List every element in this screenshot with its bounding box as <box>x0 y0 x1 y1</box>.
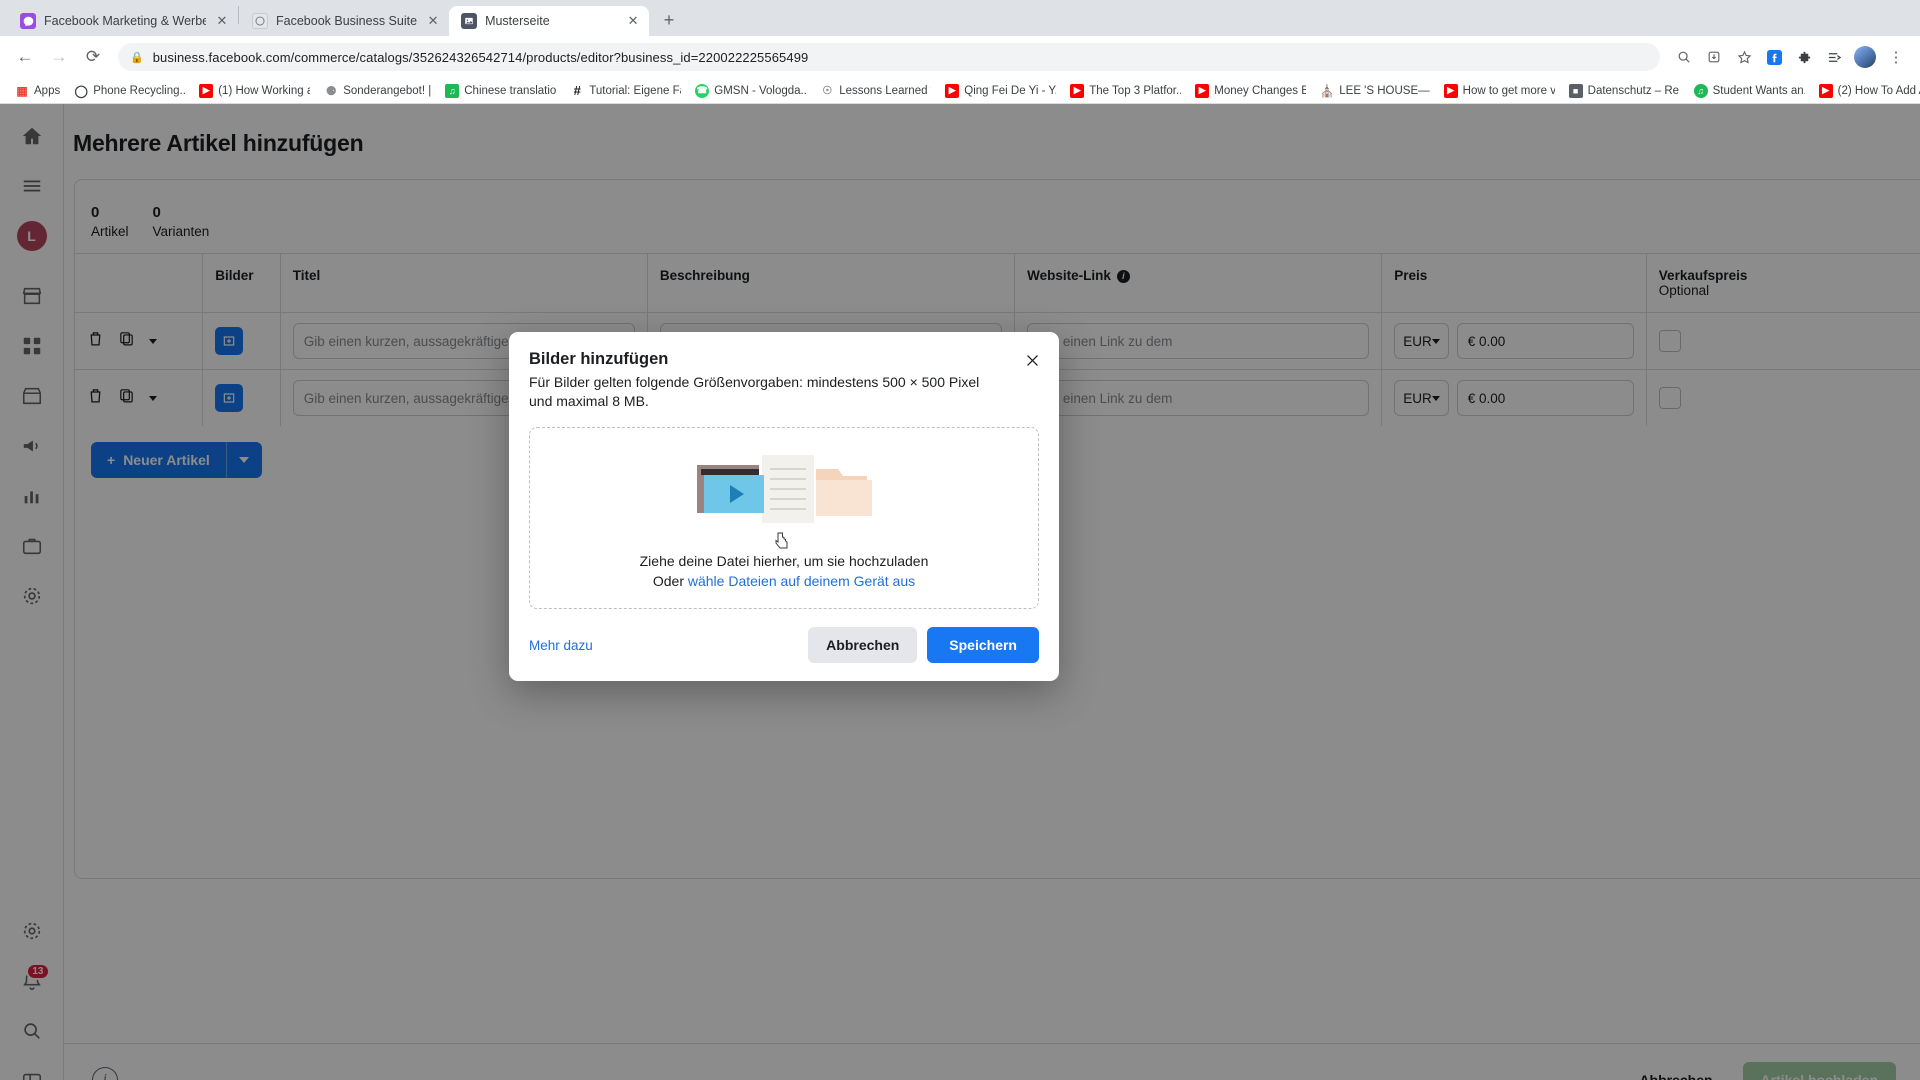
bookmark-item[interactable]: ■ Datenschutz – Re... <box>1562 82 1687 100</box>
browser-toolbar: ← → ⟳ 🔒 business.facebook.com/commerce/c… <box>0 36 1920 78</box>
upload-files-illustration <box>684 447 884 533</box>
extensions-icon[interactable] <box>1790 43 1818 71</box>
modal-description: Für Bilder gelten folgende Größenvorgabe… <box>529 374 980 409</box>
browser-tab-label: Facebook Marketing & Werbea <box>44 14 206 28</box>
tab-strip: Facebook Marketing & Werbea ✕ Facebook B… <box>0 0 1920 36</box>
tab-close-icon[interactable]: ✕ <box>214 13 230 29</box>
profile-avatar[interactable] <box>1854 46 1876 68</box>
share-icon[interactable] <box>1820 43 1848 71</box>
lock-icon: 🔒 <box>130 51 144 64</box>
dropzone-subtext: Oder wähle Dateien auf deinem Gerät aus <box>653 573 915 589</box>
bookmark-label: GMSN - Vologda... <box>714 84 807 97</box>
bookmark-label: (2) How To Add A... <box>1837 84 1920 97</box>
modal-header: Bilder hinzufügen Für Bilder gelten folg… <box>509 332 1059 411</box>
browser-tab-0[interactable]: Facebook Marketing & Werbea ✕ <box>8 6 238 36</box>
tab-close-icon[interactable]: ✕ <box>625 13 641 29</box>
bookmark-item[interactable]: ⚈ Sonderangebot! | <box>317 82 438 100</box>
bookmark-item[interactable]: ☎ GMSN - Vologda... <box>688 82 813 100</box>
menu-kebab-icon[interactable]: ⋮ <box>1882 43 1910 71</box>
generic-icon: ☉ <box>822 85 833 97</box>
bookmark-label: Tutorial: Eigene Fa... <box>589 84 681 97</box>
modal-footer: Mehr dazu Abbrechen Speichern <box>509 609 1059 681</box>
browser-window: Facebook Marketing & Werbea ✕ Facebook B… <box>0 0 1920 1080</box>
bookmark-item[interactable]: ▶ (1) How Working a... <box>192 82 317 100</box>
at-icon: ⚈ <box>325 83 337 98</box>
page-content: L 13 Mehrere Artikel hinzufügen 0 Artike… <box>0 104 1920 1080</box>
browser-tab-label: Musterseite <box>485 14 550 28</box>
tab-divider <box>238 6 239 24</box>
airbnb-icon: ⛪ <box>1319 83 1335 98</box>
bookmark-item[interactable]: ▶ (2) How To Add A... <box>1812 82 1920 100</box>
new-tab-button[interactable]: + <box>655 6 683 34</box>
bookmark-item[interactable]: ⛪ LEE 'S HOUSE— <box>1313 82 1436 100</box>
star-icon[interactable] <box>1730 43 1758 71</box>
hash-icon: # <box>573 83 581 98</box>
browser-tab-label: Facebook Business Suite <box>276 14 418 28</box>
youtube-icon: ▶ <box>1195 83 1210 98</box>
bookmark-label: Phone Recycling... <box>93 84 186 97</box>
browser-tab-2[interactable]: Musterseite ✕ <box>449 6 650 36</box>
more-info-link[interactable]: Mehr dazu <box>529 638 593 653</box>
reload-icon[interactable]: ⟳ <box>78 42 108 72</box>
bookmark-label: LEE 'S HOUSE— <box>1339 84 1430 97</box>
messenger-icon <box>20 13 36 29</box>
bookmark-label: How to get more v... <box>1462 84 1555 97</box>
dropzone-or-prefix: Oder <box>652 573 688 589</box>
bookmark-item[interactable]: ☉ Lessons Learned f... <box>813 82 938 100</box>
add-images-modal: Bilder hinzufügen Für Bilder gelten folg… <box>509 332 1059 681</box>
page-icon <box>461 13 478 29</box>
dropzone-text: Ziehe deine Datei hierher, um sie hochzu… <box>639 553 929 569</box>
bookmark-label: The Top 3 Platfor... <box>1089 84 1182 97</box>
bookmark-label: Apps <box>34 84 61 97</box>
file-dropzone[interactable]: Ziehe deine Datei hierher, um sie hochzu… <box>529 427 1039 609</box>
compass-icon <box>252 13 268 29</box>
bookmark-item[interactable]: # Tutorial: Eigene Fa... <box>563 82 688 100</box>
image-icon: ■ <box>1568 83 1583 98</box>
circle-icon: ◯ <box>74 83 88 98</box>
tab-close-icon[interactable]: ✕ <box>425 13 441 29</box>
bookmark-label: (1) How Working a... <box>218 84 311 97</box>
facebook-icon[interactable] <box>1760 43 1788 71</box>
apps-grid-icon: ▦ <box>16 83 28 98</box>
address-bar[interactable]: 🔒 business.facebook.com/commerce/catalog… <box>118 43 1660 71</box>
youtube-icon: ▶ <box>1443 83 1458 98</box>
bookmark-label: Qing Fei De Yi - Y... <box>964 84 1057 97</box>
youtube-icon: ▶ <box>945 83 960 98</box>
mouse-cursor <box>774 532 790 550</box>
forward-icon[interactable]: → <box>44 42 74 72</box>
modal-actions: Abbrechen Speichern <box>808 627 1039 663</box>
bookmark-label: Money Changes E... <box>1214 84 1307 97</box>
zoom-icon[interactable] <box>1670 43 1698 71</box>
youtube-icon: ▶ <box>1070 83 1085 98</box>
bookmark-item[interactable]: ▶ Money Changes E... <box>1188 82 1313 100</box>
bookmark-label: Chinese translatio... <box>464 84 557 97</box>
spotify-icon: ♫ <box>1693 83 1708 98</box>
bookmark-item[interactable]: ◯ Phone Recycling... <box>67 82 192 100</box>
youtube-icon: ▶ <box>199 83 214 98</box>
back-icon[interactable]: ← <box>10 42 40 72</box>
cancel-button[interactable]: Abbrechen <box>808 627 918 663</box>
choose-files-link[interactable]: wähle Dateien auf deinem Gerät aus <box>688 573 915 589</box>
youtube-icon: ▶ <box>1818 83 1833 98</box>
bookmark-item[interactable]: ▶ Qing Fei De Yi - Y... <box>938 82 1063 100</box>
modal-title: Bilder hinzufügen <box>529 350 669 368</box>
toolbar-icons: ⋮ <box>1670 43 1910 71</box>
bookmark-label: Sonderangebot! | <box>343 84 432 97</box>
bookmark-label: Student Wants an... <box>1712 84 1805 97</box>
bookmark-item[interactable]: ▶ How to get more v... <box>1437 82 1562 100</box>
save-button[interactable]: Speichern <box>927 627 1039 663</box>
spotify-icon: ♫ <box>445 83 460 98</box>
bookmark-label: Datenschutz – Re... <box>1587 84 1680 97</box>
bookmark-item[interactable]: ▶ The Top 3 Platfor... <box>1063 82 1188 100</box>
address-bar-url: business.facebook.com/commerce/catalogs/… <box>152 49 809 65</box>
install-icon[interactable] <box>1700 43 1728 71</box>
whatsapp-icon: ☎ <box>695 83 710 98</box>
browser-tab-1[interactable]: Facebook Business Suite ✕ <box>240 6 449 36</box>
close-icon[interactable] <box>1019 347 1045 373</box>
bookmark-item[interactable]: ▦ Apps <box>8 82 67 100</box>
bookmarks-bar: ▦ Apps ◯ Phone Recycling... ▶ (1) How Worki… <box>0 78 1920 104</box>
bookmark-item[interactable]: ♫ Chinese translatio... <box>438 82 563 100</box>
bookmark-label: Lessons Learned f... <box>839 84 931 97</box>
bookmark-item[interactable]: ♫ Student Wants an... <box>1687 82 1812 100</box>
